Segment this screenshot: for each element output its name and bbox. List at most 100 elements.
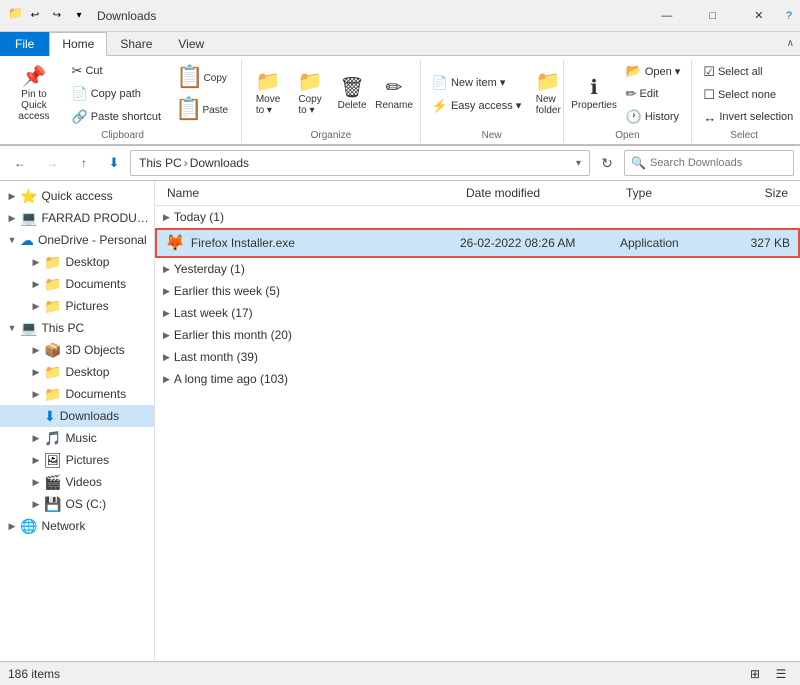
group-last-month[interactable]: ▶ Last month (39) [155,346,800,368]
forward-button[interactable]: → [38,150,66,176]
sidebar-item-os-c[interactable]: ▶ 💾 OS (C:) [0,493,154,515]
history-button[interactable]: 🕐 History [621,106,686,128]
file-row-firefox[interactable]: 🦊 Firefox Installer.exe 26-02-2022 08:26… [155,228,800,258]
quick-access-toolbar: 📁 ↩ ↪ ▾ [8,6,89,26]
grid-view-button[interactable]: ⊞ [744,663,766,685]
tab-home[interactable]: Home [49,32,107,56]
sidebar-item-this-pc[interactable]: ▼ 💻 This PC [0,317,154,339]
group-long-ago[interactable]: ▶ A long time ago (103) [155,368,800,390]
refresh-button[interactable]: ↻ [594,150,620,176]
group-today[interactable]: ▶ Today (1) [155,206,800,228]
sidebar-item-farrad[interactable]: ▶ 💻 FARRAD PRODUCTION [0,207,154,229]
os-c-arrow: ▶ [28,496,44,512]
sidebar-label-farrad: FARRAD PRODUCTION [41,211,150,225]
move-to-button[interactable]: 📁 Moveto ▾ [248,68,288,120]
ribbon-group-organize: 📁 Moveto ▾ 📁 Copyto ▾ 🗑 Delete ✏ Rename … [242,60,421,142]
copy-to-button[interactable]: 📁 Copyto ▾ [290,68,330,120]
group-yesterday[interactable]: ▶ Yesterday (1) [155,258,800,280]
videos-icon: 🎬 [44,474,61,491]
network-arrow: ▶ [4,518,20,534]
path-dropdown-icon[interactable]: ▾ [576,158,581,169]
select-none-button[interactable]: ☐ Select none [698,84,798,106]
group-last-week[interactable]: ▶ Last week (17) [155,302,800,324]
maximize-button[interactable]: □ [690,0,736,32]
search-input[interactable] [650,157,792,169]
paste-shortcut-button[interactable]: 🔗 Paste shortcut [67,106,167,128]
sidebar-label-desktop-od: Desktop [65,255,109,269]
sidebar-item-pictures-pc[interactable]: ▶ 🖼 Pictures [0,449,154,471]
help-icon[interactable]: ? [786,10,792,22]
copy-path-icon: 📄 [72,86,88,102]
col-header-type[interactable]: Type [622,183,722,203]
sidebar-item-desktop-od[interactable]: ▶ 📁 Desktop [0,251,154,273]
ribbon-tabs: File Home Share View ∧ [0,32,800,56]
documents-od-icon: 📁 [44,276,61,293]
properties-button[interactable]: ℹ Properties [570,74,619,115]
desktop-pc-arrow: ▶ [28,364,44,380]
rename-button[interactable]: ✏ Rename [374,74,414,115]
content-area: Name Date modified Type Size ▶ Today (1)… [155,181,800,661]
tab-share[interactable]: Share [107,32,165,56]
delete-button[interactable]: 🗑 Delete [332,74,372,115]
sidebar-item-documents-od[interactable]: ▶ 📁 Documents [0,273,154,295]
copy-button[interactable]: 📋 Copy [169,62,234,94]
minimize-button[interactable]: — [644,0,690,32]
address-path[interactable]: This PC › Downloads ▾ [130,150,590,176]
sidebar-item-desktop-pc[interactable]: ▶ 📁 Desktop [0,361,154,383]
up-button[interactable]: ↑ [70,150,98,176]
search-box: 🔍 [624,150,794,176]
ribbon-group-select: ☑ Select all ☐ Select none ↔ Invert sele… [692,60,796,142]
pictures-pc-arrow: ▶ [28,452,44,468]
pictures-pc-icon: 🖼 [44,452,62,469]
column-headers: Name Date modified Type Size [155,181,800,206]
sidebar-item-pictures-od[interactable]: ▶ 📁 Pictures [0,295,154,317]
sidebar-label-onedrive: OneDrive - Personal [38,233,147,247]
ribbon: File Home Share View ∧ 📌 Pin to Quickacc… [0,32,800,146]
undo-btn[interactable]: ↩ [25,6,45,26]
paste-button[interactable]: 📋 Paste [168,94,235,126]
sidebar-item-music[interactable]: ▶ 🎵 Music [0,427,154,449]
pin-to-quick-access-button[interactable]: 📌 Pin to Quickaccess [10,63,58,126]
redo-btn[interactable]: ↪ [47,6,67,26]
edit-button[interactable]: ✏ Edit [621,83,686,105]
sidebar-item-quick-access[interactable]: ▶ ⭐ Quick access [0,185,154,207]
sidebar-item-documents-pc[interactable]: ▶ 📁 Documents [0,383,154,405]
col-header-name[interactable]: Name [163,183,462,203]
open-button[interactable]: 📂 Open ▾ [621,60,686,82]
close-button[interactable]: ✕ [736,0,782,32]
cut-button[interactable]: ✂ Cut [67,60,167,82]
ribbon-content: 📌 Pin to Quickaccess ✂ Cut 📄 Copy path 🔗 [0,56,800,145]
col-header-size[interactable]: Size [722,183,792,203]
col-header-date[interactable]: Date modified [462,183,622,203]
clipboard-items: 📌 Pin to Quickaccess ✂ Cut 📄 Copy path 🔗 [10,60,235,128]
sidebar-item-onedrive[interactable]: ▼ ☁ OneDrive - Personal [0,229,154,251]
easy-access-button[interactable]: ⚡ Easy access ▾ [427,95,527,117]
back-button[interactable]: ← [6,150,34,176]
list-view-button[interactable]: ☰ [770,663,792,685]
tab-file[interactable]: File [0,32,49,56]
group-earlier-month[interactable]: ▶ Earlier this month (20) [155,324,800,346]
sidebar-label-os-c: OS (C:) [65,497,106,511]
new-folder-button[interactable]: 📁 Newfolder [528,68,568,120]
select-items: ☑ Select all ☐ Select none ↔ Invert sele… [698,60,790,128]
group-earlier-week[interactable]: ▶ Earlier this week (5) [155,280,800,302]
customize-btn[interactable]: ▾ [69,6,89,26]
sidebar-item-3d-objects[interactable]: ▶ 📦 3D Objects [0,339,154,361]
sidebar-item-videos[interactable]: ▶ 🎬 Videos [0,471,154,493]
copy-to-icon: 📁 [298,72,323,92]
tab-view[interactable]: View [165,32,217,56]
sidebar-label-downloads: Downloads [60,409,119,423]
open-items: ℹ Properties 📂 Open ▾ ✏ Edit 🕐 History [570,60,686,128]
collapse-ribbon-btn[interactable]: ∧ [787,38,794,49]
copy-path-button[interactable]: 📄 Copy path [67,83,167,105]
invert-selection-button[interactable]: ↔ Invert selection [698,107,798,128]
new-item-button[interactable]: 📄 New item ▾ [427,72,527,94]
select-all-button[interactable]: ☑ Select all [698,61,798,83]
sidebar-item-network[interactable]: ▶ 🌐 Network [0,515,154,537]
downloads-arrow [28,408,44,424]
new-item-icon: 📄 [432,75,448,91]
sidebar-item-downloads[interactable]: ⬇ Downloads [0,405,154,427]
group-last-month-label: Last month (39) [174,350,258,364]
paste-icon: 📋 [175,98,202,120]
path-this-pc: This PC [139,156,182,170]
